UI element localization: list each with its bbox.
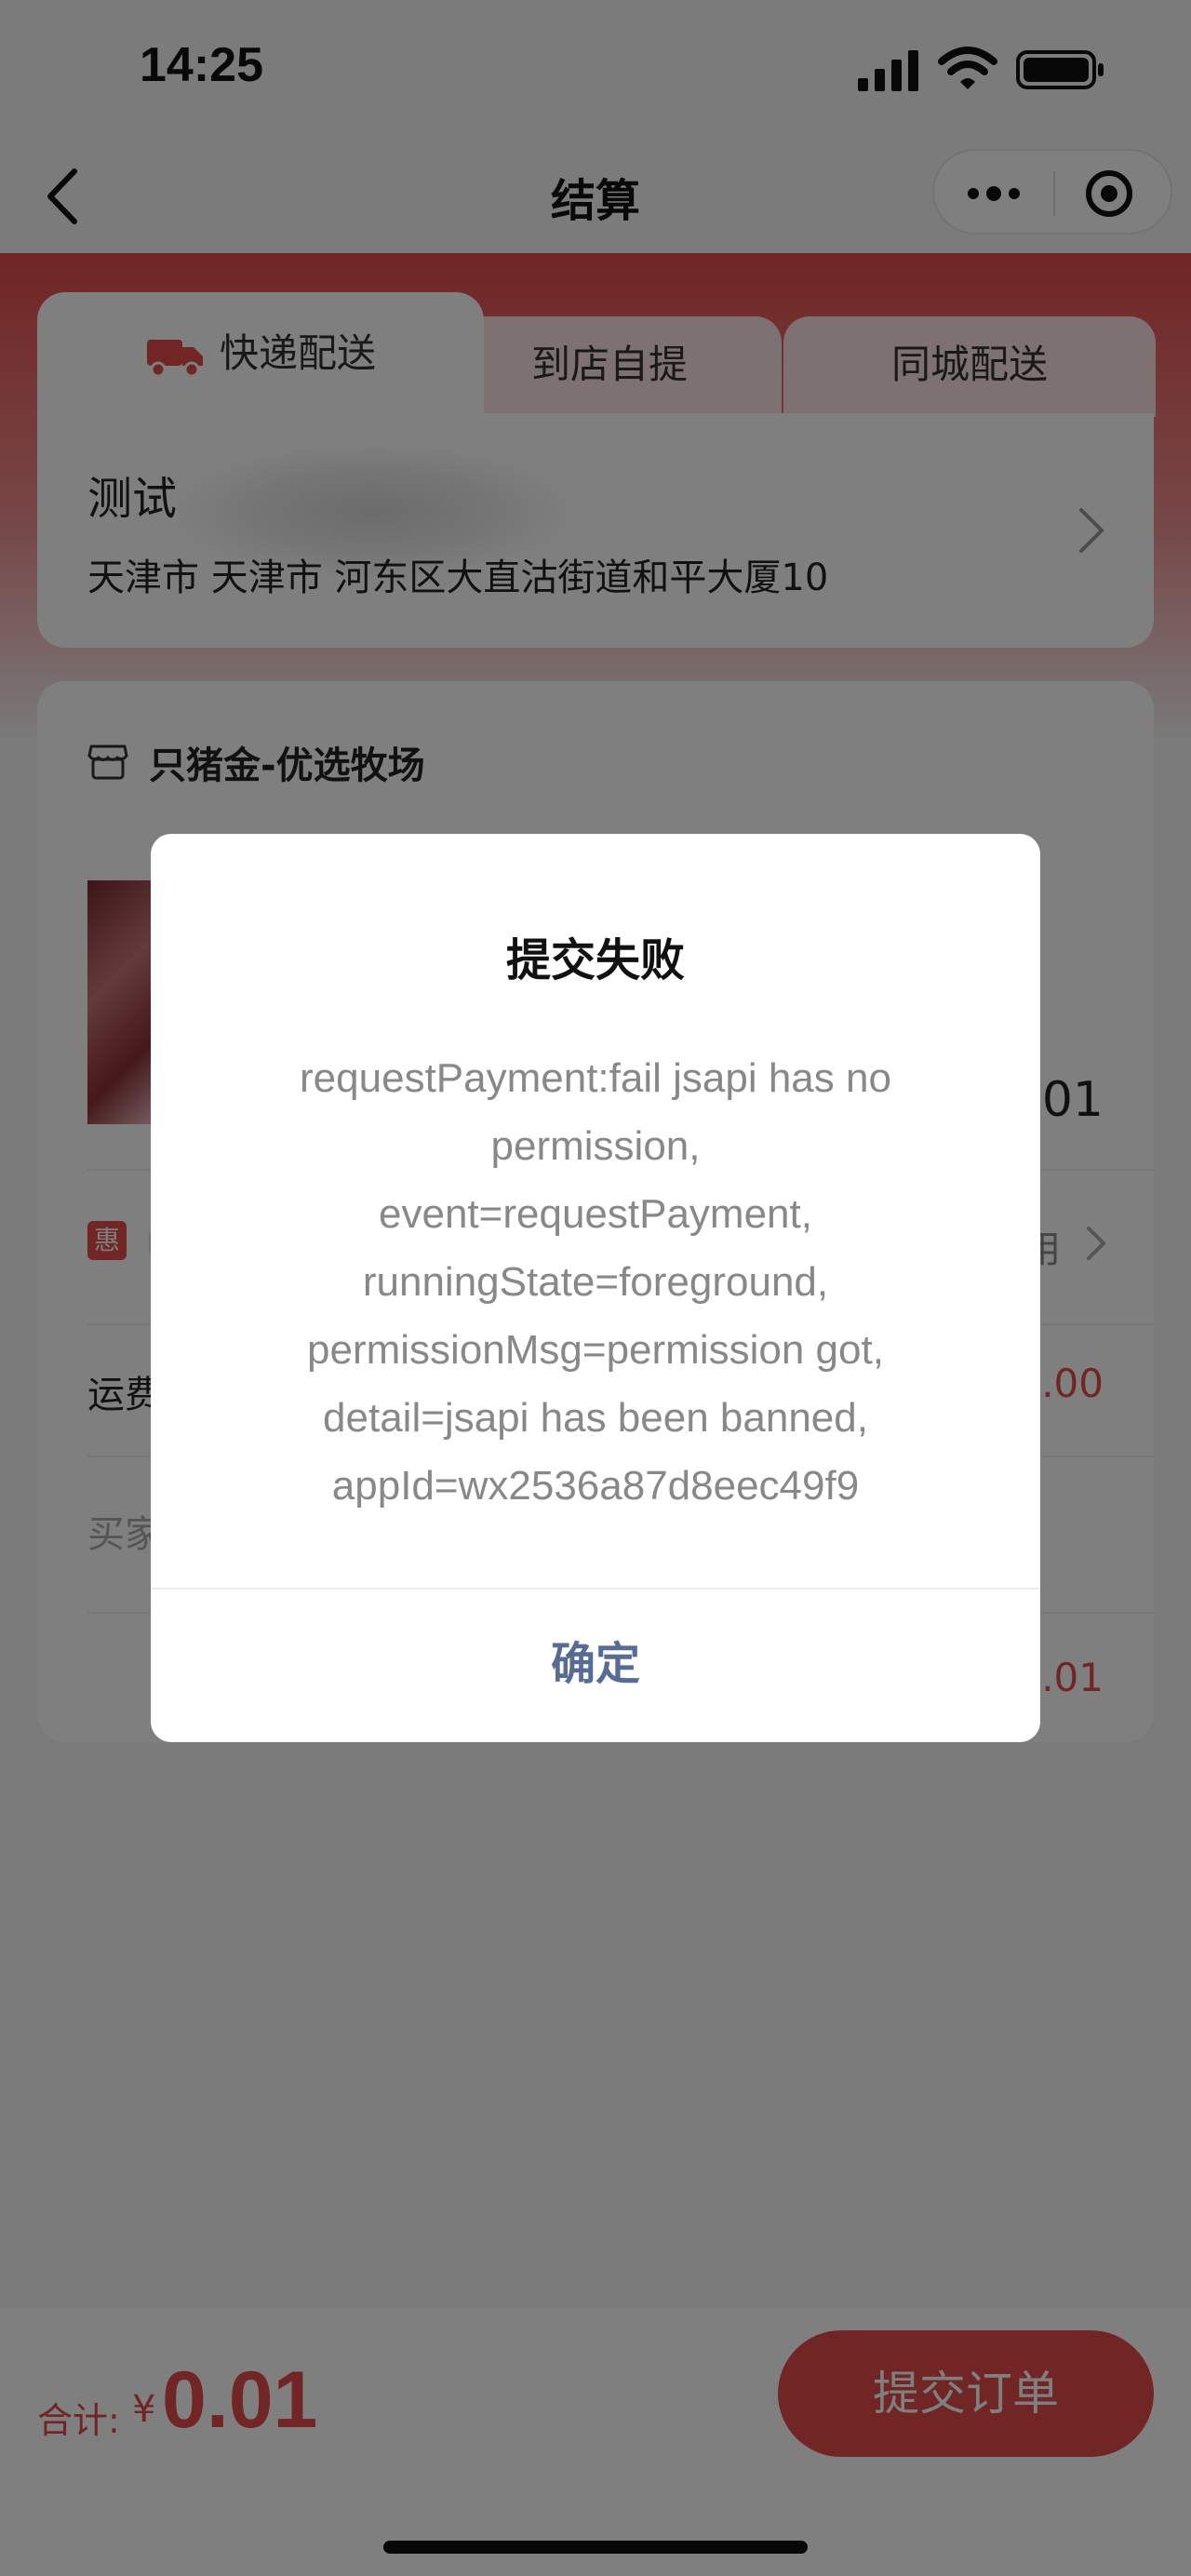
dialog-message-line: appId=wx2536a87d8eec49f9 (331, 1463, 860, 1509)
dialog-message-line: permission, (490, 1123, 701, 1169)
dialog-message-line: requestPayment:fail jsapi has no (300, 1055, 891, 1101)
dialog-title: 提交失败 (505, 934, 685, 986)
dialog-message-line: event=requestPayment, (379, 1191, 812, 1237)
error-dialog: 提交失败 requestPayment:fail jsapi has no pe… (151, 834, 1040, 1742)
dialog-message-line: detail=jsapi has been banned, (323, 1395, 868, 1441)
dialog-message-line: permissionMsg=permission got, (307, 1327, 884, 1373)
dialog-message: requestPayment:fail jsapi has no permiss… (207, 1044, 984, 1520)
confirm-button[interactable]: 确定 (151, 1590, 1040, 1742)
dialog-message-line: runningState=foreground, (362, 1259, 829, 1305)
